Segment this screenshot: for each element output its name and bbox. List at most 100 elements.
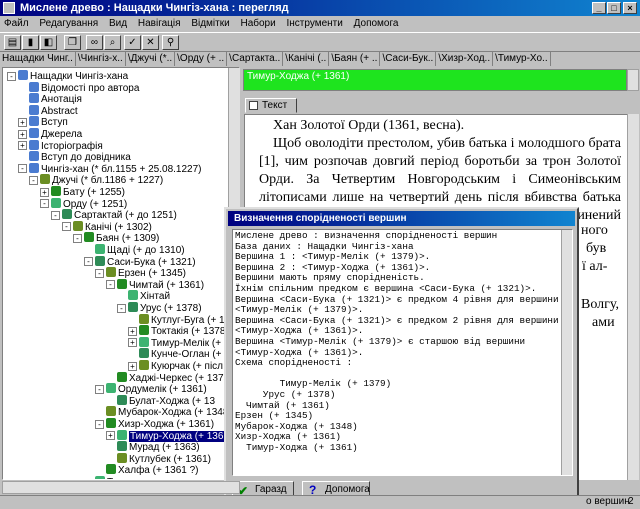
collapse-icon[interactable]: -	[51, 210, 60, 220]
tree-item[interactable]: Вступ до довідника	[29, 151, 131, 163]
path-tab[interactable]: \Баян (+ ..	[329, 52, 381, 66]
tree-item[interactable]: Канічі (+ 1302)	[73, 220, 152, 233]
tree-item-label: Халфа (+ 1361 ?)	[118, 465, 199, 477]
path-tab[interactable]: \Орду (+ ..	[175, 52, 228, 66]
collapse-icon[interactable]: -	[95, 268, 104, 278]
path-tab[interactable]: \Чингіз-х..	[76, 52, 126, 66]
menu-tools[interactable]: Інструменти	[287, 18, 343, 29]
header-scrollbar[interactable]	[627, 69, 639, 91]
tree-item-label: Нащадки Чингіз-хана	[30, 71, 129, 82]
uncheck-icon[interactable]: ✕	[142, 35, 159, 50]
tree-item[interactable]: Джерела	[29, 128, 82, 140]
tree-item[interactable]: Куюрчак (+ післ	[139, 360, 223, 372]
binoculars-icon[interactable]: ∞	[86, 35, 103, 50]
dialog-report[interactable]: Мислене древо : визначення спорідненості…	[232, 229, 573, 476]
tree-item[interactable]: Мурад (+ 1363)	[117, 441, 200, 453]
tree-item[interactable]: Хінтай	[128, 290, 170, 302]
tree-view[interactable]: - Нащадки Чингіз-хана Відомості про автора…	[2, 67, 240, 480]
tree-item[interactable]: Вступ	[29, 116, 68, 128]
book-icon[interactable]: ▮	[22, 35, 39, 50]
tree-item[interactable]: Урус (+ 1378)	[128, 302, 202, 314]
dialog-scrollbar[interactable]	[561, 230, 572, 475]
tree-item[interactable]: Хаджі-Черкес (+ 1375	[117, 371, 229, 384]
menu-bookmarks[interactable]: Відмітки	[191, 18, 229, 29]
tree-item[interactable]: Чимтай (+ 1361)	[117, 278, 204, 291]
tree-item[interactable]: Відомості про автора	[29, 81, 139, 94]
copy-icon[interactable]: ❐	[64, 35, 81, 50]
menu-edit[interactable]: Редагування	[39, 18, 98, 29]
tree-item[interactable]: Орду (+ 1251)	[51, 197, 127, 210]
collapse-icon[interactable]: -	[40, 199, 49, 209]
tree-item[interactable]: Халфа (+ 1361 ?)	[106, 464, 199, 476]
collapse-icon[interactable]: -	[95, 419, 104, 429]
expand-icon[interactable]: +	[18, 141, 27, 151]
tree-item[interactable]: Ерзен (+ 1345)	[106, 267, 186, 279]
expand-icon[interactable]: +	[128, 338, 137, 348]
document-icon	[29, 162, 39, 173]
collapse-icon[interactable]: -	[106, 280, 115, 290]
menu-navigation[interactable]: Навігація	[138, 18, 181, 29]
close-button[interactable]: ×	[623, 2, 637, 14]
tree-item[interactable]: Саси-Бука (+ 1321)	[95, 255, 196, 268]
collapse-icon[interactable]: -	[62, 222, 71, 232]
menu-help[interactable]: Допомога	[354, 18, 399, 29]
app-icon[interactable]	[3, 2, 15, 14]
tree-item[interactable]: Хизр-Ходжа (+ 1361)	[106, 418, 214, 430]
person-icon	[95, 244, 105, 254]
tree-item[interactable]: Кунче-Оглан (+	[139, 348, 222, 360]
collapse-icon[interactable]: -	[7, 71, 16, 81]
tree-item[interactable]: Баян (+ 1309)	[84, 232, 159, 244]
expand-icon[interactable]: +	[40, 187, 49, 197]
menu-view[interactable]: Вид	[109, 18, 127, 29]
tree-item[interactable]: Сартактай (+ до 1251)	[62, 209, 177, 221]
tree-item[interactable]: Теке	[95, 476, 128, 479]
expand-icon[interactable]: +	[128, 326, 137, 336]
ok-label: Гаразд	[255, 484, 287, 495]
tree-item[interactable]: Ордумелік (+ 1361)	[106, 383, 207, 395]
path-tab[interactable]: \Канічі (..	[283, 52, 330, 66]
collapse-icon[interactable]: -	[117, 303, 126, 313]
tree-item[interactable]: Чингіз-хан (* бл.1155 + 25.08.1227)	[29, 162, 201, 175]
exit-icon[interactable]: ◧	[40, 35, 57, 50]
check-icon[interactable]: ✓	[124, 35, 141, 50]
expand-icon[interactable]: +	[106, 431, 115, 441]
tree-item[interactable]: Історіографія	[29, 139, 103, 152]
relation-icon[interactable]: ⚲	[162, 35, 179, 50]
text-scrollbar[interactable]	[627, 114, 639, 480]
tree-item[interactable]: Токтакія (+ 1378	[139, 325, 225, 337]
tree-hscrollbar[interactable]	[2, 481, 240, 494]
expand-icon[interactable]: +	[18, 117, 27, 127]
menu-file[interactable]: Файл	[4, 18, 29, 29]
collapse-icon[interactable]: -	[95, 384, 104, 394]
tree-item[interactable]: Булат-Ходжа (+ 13	[117, 394, 215, 407]
minimize-button[interactable]: _	[592, 2, 606, 14]
tree-item[interactable]: Анотація	[29, 93, 82, 105]
path-tab[interactable]: \Сартакта..	[227, 52, 284, 66]
collapse-icon[interactable]: -	[84, 257, 93, 267]
menu-sets[interactable]: Набори	[240, 18, 275, 29]
maximize-button[interactable]: □	[607, 2, 621, 14]
expand-icon[interactable]: +	[128, 361, 137, 371]
tree-item[interactable]: Щаді (+ до 1310)	[95, 244, 185, 256]
path-tab[interactable]: \Тимур-Хо..	[493, 52, 551, 66]
path-tab[interactable]: Нащадки Чинг..	[0, 52, 76, 66]
tree-item[interactable]: Тимур-Ходжа (+ 1361	[117, 429, 230, 442]
text-fragment: ного	[581, 223, 608, 238]
path-tab[interactable]: \Саси-Бук..	[380, 52, 437, 66]
find-icon[interactable]: ⌕	[104, 35, 121, 50]
tree-item[interactable]: Abstract	[29, 104, 78, 117]
path-tab[interactable]: \Джучі (*..	[126, 52, 176, 66]
person-icon	[51, 186, 61, 196]
tree-item[interactable]: Бату (+ 1255)	[51, 186, 125, 198]
tree-item[interactable]: Нащадки Чингіз-хана	[18, 70, 128, 82]
tab-text[interactable]: Текст	[245, 98, 297, 113]
collapse-icon[interactable]: -	[73, 233, 82, 243]
expand-icon[interactable]: +	[18, 129, 27, 139]
collapse-icon[interactable]: -	[18, 164, 27, 174]
collapse-icon[interactable]: -	[29, 175, 38, 185]
tree-item[interactable]: Джучі (* бл.1186 + 1227)	[40, 174, 163, 186]
tree-item[interactable]: Мубарок-Ходжа (+ 1348	[106, 406, 228, 418]
path-tab[interactable]: \Хизр-Ход..	[436, 52, 494, 66]
open-icon[interactable]: ▤	[4, 35, 21, 50]
tree-item[interactable]: Кутлубек (+ 1361)	[117, 452, 211, 465]
